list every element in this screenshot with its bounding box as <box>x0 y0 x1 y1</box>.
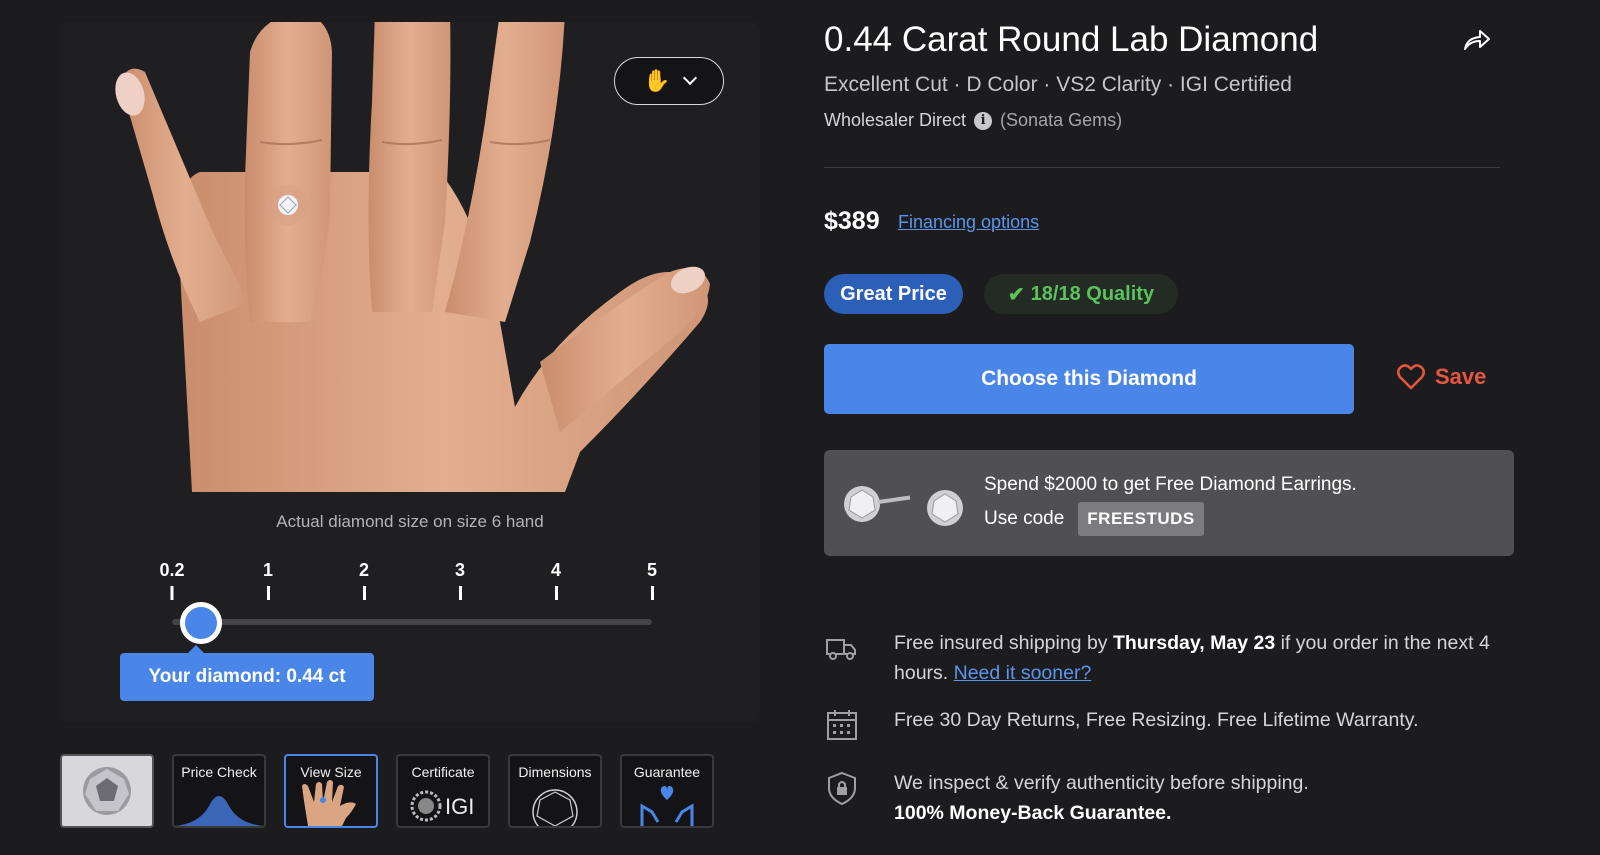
calendar-icon <box>827 710 857 740</box>
feature-guarantee: We inspect & verify authenticity before … <box>824 768 1524 828</box>
earrings-image <box>844 486 963 526</box>
svg-text:IGI: IGI <box>445 794 474 819</box>
info-icon[interactable]: i <box>974 111 993 130</box>
hand-selector-dropdown[interactable]: ✋ <box>614 57 724 105</box>
tick-mark <box>362 586 366 600</box>
thumb-guarantee[interactable]: Guarantee <box>620 754 714 828</box>
tick-mark <box>554 586 558 600</box>
size-viewer: ✋ Actual diamond size on size 6 hand 0.2… <box>60 22 760 722</box>
thumb-dimensions[interactable]: Dimensions <box>508 754 602 828</box>
promo-text: Spend $2000 to get Free Diamond Earrings… <box>984 474 1357 495</box>
diamond-icon <box>83 767 131 815</box>
check-icon: ✔ <box>1007 283 1025 306</box>
tick-label: 2 <box>358 560 370 580</box>
hand-thumb-icon <box>302 780 356 826</box>
inspect-text: We inspect & verify authenticity before … <box>894 768 1309 828</box>
hands-heart-icon <box>640 785 694 826</box>
great-price-badge: Great Price <box>824 274 963 314</box>
heart-icon <box>1397 364 1425 390</box>
chevron-down-icon <box>682 70 697 86</box>
hand-icon: ✋ <box>643 68 671 94</box>
seller-line: Wholesaler Direct i (Sonata Gems) <box>824 110 1122 131</box>
tick-mark <box>458 586 462 600</box>
scale-tick: 3 <box>455 560 465 600</box>
need-it-sooner-link[interactable]: Need it sooner? <box>954 662 1092 684</box>
scale-tick: 4 <box>551 560 561 600</box>
tick-label: 5 <box>646 560 658 580</box>
feature-shipping: Free insured shipping by Thursday, May 2… <box>824 628 1524 688</box>
quality-label: 18/18 Quality <box>1030 282 1155 305</box>
product-title: 0.44 Carat Round Lab Diamond <box>824 20 1319 59</box>
seller-name: Wholesaler Direct <box>824 110 967 130</box>
feature-returns: Free 30 Day Returns, Free Resizing. Free… <box>824 705 1524 743</box>
certificate-seal-icon: IGI <box>410 790 474 822</box>
save-label: Save <box>1435 364 1487 389</box>
save-button[interactable]: Save <box>1397 364 1486 390</box>
financing-link[interactable]: Financing options <box>898 212 1039 233</box>
promo-code-prefix: Use code <box>984 508 1065 529</box>
tick-mark <box>650 586 654 600</box>
price: $389 <box>824 207 880 235</box>
promo-code-line: Use code FREESTUDS <box>984 502 1204 536</box>
scale-tick: 0.2 <box>159 560 185 600</box>
hand-image: ✋ <box>60 22 760 492</box>
carat-tooltip: Your diamond: 0.44 ct <box>120 645 374 701</box>
tick-mark <box>170 586 174 600</box>
scale-tick: 1 <box>263 560 273 600</box>
slider-knob[interactable] <box>179 602 222 644</box>
diamond-outline-icon <box>532 789 578 826</box>
promo-banner: Spend $2000 to get Free Diamond Earrings… <box>824 450 1514 556</box>
share-icon[interactable] <box>1462 28 1492 52</box>
divider <box>824 167 1500 168</box>
thumb-certificate[interactable]: Certificate IGI <box>396 754 490 828</box>
media-thumbnails: Price Check View Size Certificate IGI Di… <box>60 754 714 828</box>
scale-tick: 5 <box>647 560 657 600</box>
promo-code[interactable]: FREESTUDS <box>1078 502 1204 536</box>
truck-icon <box>826 639 856 660</box>
choose-diamond-button[interactable]: Choose this Diamond <box>824 344 1354 414</box>
tick-label: 3 <box>454 560 466 580</box>
thumb-price-check[interactable]: Price Check <box>172 754 266 828</box>
tick-label: 4 <box>550 560 562 580</box>
bell-curve-icon <box>174 796 264 826</box>
seller-brand: (Sonata Gems) <box>1000 110 1123 130</box>
shipping-date: Thursday, May 23 <box>1112 632 1276 654</box>
tick-label: 1 <box>262 560 274 580</box>
scale-tick: 2 <box>359 560 369 600</box>
tick-label: 0.2 <box>159 560 185 580</box>
quality-badge: ✔ 18/18 Quality <box>984 274 1178 314</box>
inspect-line: We inspect & verify authenticity before … <box>894 772 1309 794</box>
returns-text: Free 30 Day Returns, Free Resizing. Free… <box>894 709 1419 731</box>
shipping-text: Free insured shipping by Thursday, May 2… <box>894 628 1524 688</box>
size-caption: Actual diamond size on size 6 hand <box>276 512 544 531</box>
slider-track[interactable] <box>172 619 652 625</box>
guarantee-line: 100% Money-Back Guarantee. <box>894 802 1172 824</box>
shipping-prefix: Free insured shipping by <box>894 632 1113 654</box>
product-specs: Excellent Cut · D Color · VS2 Clarity · … <box>824 73 1292 96</box>
tick-mark <box>266 586 270 600</box>
diamond-marker <box>278 195 298 215</box>
shield-lock-icon <box>828 771 856 806</box>
thumb-diamond-photo[interactable] <box>60 754 154 828</box>
thumb-view-size[interactable]: View Size <box>284 754 378 828</box>
carat-slider[interactable]: 0.2 1 2 3 4 5 <box>156 560 657 660</box>
